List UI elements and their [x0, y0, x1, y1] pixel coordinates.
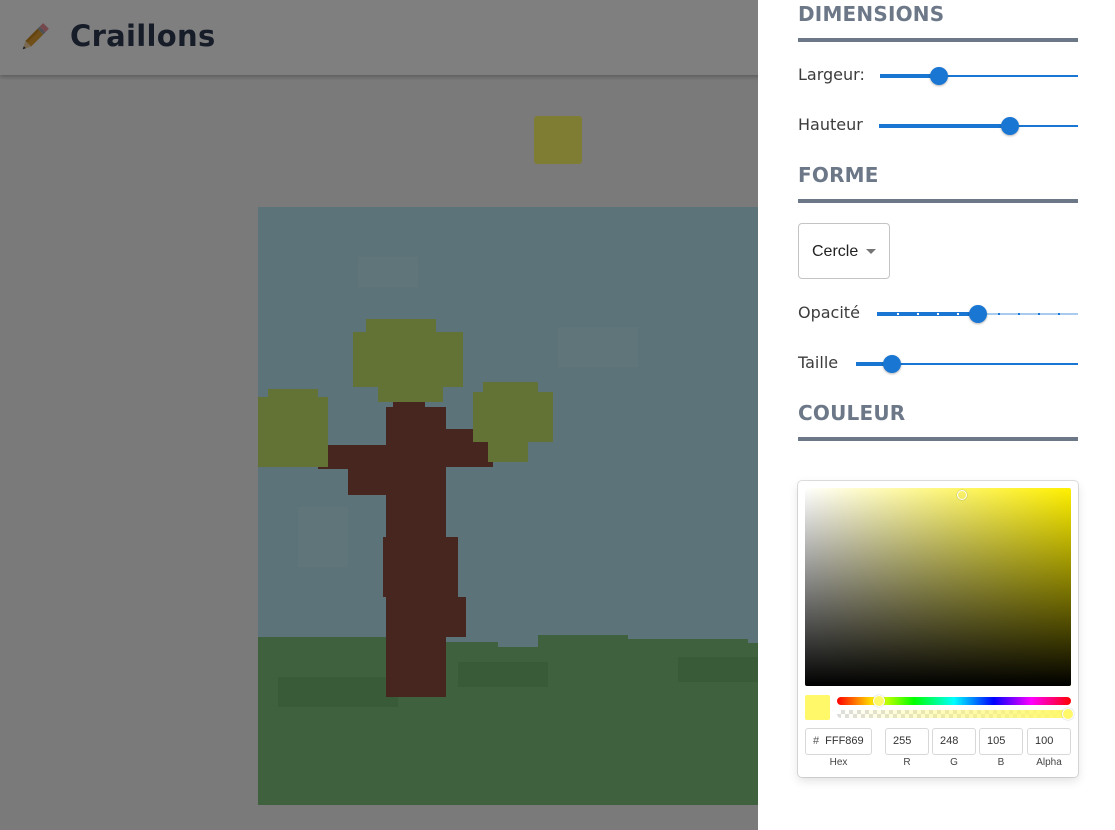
height-slider[interactable] — [879, 116, 1078, 136]
red-input[interactable]: 255 — [885, 728, 929, 755]
section-dimensions-title: DIMENSIONS — [798, 0, 1078, 42]
section-shape-title: FORME — [798, 161, 1078, 203]
width-slider[interactable] — [880, 66, 1078, 86]
slider-tick — [997, 313, 1000, 315]
slider-thumb[interactable] — [1001, 117, 1020, 135]
hex-label: Hex — [829, 757, 848, 768]
section-color-title: COULEUR — [798, 399, 1078, 441]
saturation-area[interactable] — [805, 488, 1071, 686]
slider-tick — [1037, 313, 1040, 315]
blue-input[interactable]: 105 — [979, 728, 1023, 755]
dropdown-arrow-icon — [866, 249, 876, 254]
green-label: G — [950, 757, 958, 768]
hex-value: FFF869 — [825, 735, 864, 747]
blue-label: B — [997, 757, 1005, 768]
slider-track — [879, 124, 1011, 128]
shape-select-value: Cercle — [812, 243, 859, 260]
slider-tick — [1017, 313, 1020, 315]
hex-prefix: # — [813, 735, 820, 747]
size-label: Taille — [798, 353, 839, 372]
opacity-slider[interactable] — [877, 304, 1078, 324]
hex-input[interactable]: # FFF869 — [805, 728, 872, 755]
slider-tick — [957, 313, 960, 315]
saturation-cursor[interactable] — [957, 490, 967, 500]
hue-thumb[interactable] — [873, 695, 885, 707]
slider-thumb[interactable] — [882, 355, 901, 373]
color-picker: # FFF869 255 248 105 100 Hex R G B Alpha — [798, 481, 1078, 777]
hue-slider[interactable] — [837, 695, 1071, 707]
size-slider[interactable] — [856, 354, 1078, 374]
alpha-input[interactable]: 100 — [1027, 728, 1071, 755]
red-label: R — [903, 757, 911, 768]
slider-thumb[interactable] — [930, 67, 949, 85]
alpha-thumb[interactable] — [1062, 708, 1074, 720]
alpha-slider[interactable] — [837, 708, 1074, 720]
slider-tick — [897, 313, 900, 315]
green-input[interactable]: 248 — [932, 728, 976, 755]
slider-tick — [937, 313, 940, 315]
alpha-label: Alpha — [1036, 757, 1062, 768]
height-label: Hauteur — [798, 115, 863, 134]
slider-tick — [917, 313, 920, 315]
settings-drawer: DIMENSIONS Largeur: Hauteur FORME Cercle… — [758, 0, 1115, 830]
opacity-label: Opacité — [798, 303, 860, 322]
width-label: Largeur: — [798, 65, 865, 84]
slider-thumb[interactable] — [968, 305, 987, 323]
slider-tick — [1057, 313, 1060, 315]
shape-select[interactable]: Cercle — [798, 223, 890, 279]
current-color-swatch — [805, 695, 830, 720]
